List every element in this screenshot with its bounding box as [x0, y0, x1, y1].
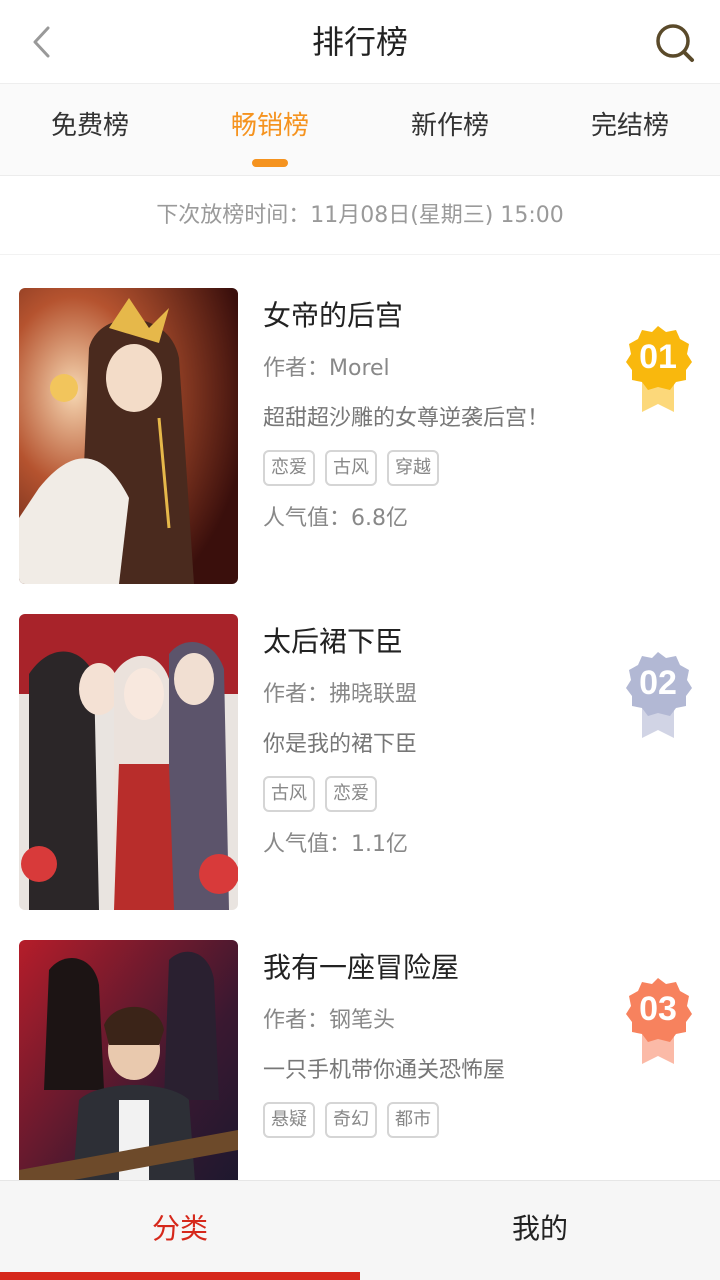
popularity: 人气值：1.1亿: [263, 832, 408, 857]
next-release-notice: 下次放榜时间：11月08日(星期三) 15:00: [0, 177, 720, 255]
tag[interactable]: 恋爱: [325, 776, 377, 812]
nav-mine[interactable]: 我的: [360, 1181, 720, 1280]
active-nav-indicator: [0, 1272, 360, 1280]
tag[interactable]: 古风: [263, 776, 315, 812]
tag[interactable]: 恋爱: [263, 450, 315, 486]
comic-author: 作者：钢笔头: [263, 1008, 396, 1033]
comic-cover[interactable]: [19, 288, 238, 584]
bottom-nav: 分类 我的: [0, 1180, 720, 1280]
comic-cover[interactable]: [19, 614, 238, 910]
list-item[interactable]: 女帝的后宫 作者：Morel 超甜超沙雕的女尊逆袭后宫！ 恋爱 古风 穿越 人气…: [0, 256, 720, 584]
tab-label: 免费榜: [50, 111, 129, 141]
top-bar: 排行榜: [0, 0, 720, 84]
popularity: 人气值：6.8亿: [263, 506, 408, 531]
tab-new[interactable]: 新作榜: [360, 84, 540, 175]
rank-number: 01: [639, 338, 677, 376]
tag[interactable]: 奇幻: [325, 1102, 377, 1138]
tab-label: 畅销榜: [230, 111, 309, 141]
rank-badge-icon: 03: [624, 976, 696, 1066]
tab-free[interactable]: 免费榜: [0, 84, 180, 175]
ranking-list: 女帝的后宫 作者：Morel 超甜超沙雕的女尊逆袭后宫！ 恋爱 古风 穿越 人气…: [0, 256, 720, 1180]
comic-info: 女帝的后宫 作者：Morel 超甜超沙雕的女尊逆袭后宫！ 恋爱 古风 穿越 人气…: [263, 288, 603, 534]
comic-cover[interactable]: [19, 940, 238, 1180]
tag-list: 悬疑 奇幻 都市: [263, 1102, 603, 1138]
list-item[interactable]: 太后裙下臣 作者：拂晓联盟 你是我的裙下臣 古风 恋爱 人气值：1.1亿 02: [0, 582, 720, 910]
rank-badge-icon: 01: [624, 324, 696, 414]
comic-title[interactable]: 太后裙下臣: [263, 624, 603, 660]
comic-description: 超甜超沙雕的女尊逆袭后宫！: [263, 406, 550, 431]
nav-category[interactable]: 分类: [0, 1181, 360, 1280]
comic-title[interactable]: 女帝的后宫: [263, 298, 603, 334]
comic-title[interactable]: 我有一座冒险屋: [263, 950, 603, 986]
search-icon: [656, 24, 694, 62]
comic-info: 我有一座冒险屋 作者：钢笔头 一只手机带你通关恐怖屋 悬疑 奇幻 都市: [263, 940, 603, 1138]
tab-label: 新作榜: [410, 111, 489, 141]
tag-list: 恋爱 古风 穿越: [263, 450, 603, 486]
search-button[interactable]: [654, 22, 696, 64]
tab-label: 完结榜: [590, 111, 669, 141]
tag[interactable]: 穿越: [387, 450, 439, 486]
list-item[interactable]: 我有一座冒险屋 作者：钢笔头 一只手机带你通关恐怖屋 悬疑 奇幻 都市 03: [0, 908, 720, 1180]
active-tab-indicator: [252, 159, 288, 167]
comic-info: 太后裙下臣 作者：拂晓联盟 你是我的裙下臣 古风 恋爱 人气值：1.1亿: [263, 614, 603, 860]
tag-list: 古风 恋爱: [263, 776, 603, 812]
nav-label: 分类: [151, 1212, 208, 1245]
comic-author: 作者：Morel: [263, 356, 390, 381]
rank-number: 03: [639, 990, 677, 1028]
tag[interactable]: 古风: [325, 450, 377, 486]
tab-completed[interactable]: 完结榜: [540, 84, 720, 175]
nav-label: 我的: [511, 1212, 568, 1245]
rank-badge-icon: 02: [624, 650, 696, 740]
ranking-tabs: 免费榜 畅销榜 新作榜 完结榜: [0, 84, 720, 176]
tag[interactable]: 悬疑: [263, 1102, 315, 1138]
page-title: 排行榜: [311, 23, 408, 61]
tag[interactable]: 都市: [387, 1102, 439, 1138]
tab-bestseller[interactable]: 畅销榜: [180, 84, 360, 175]
rank-number: 02: [639, 664, 677, 702]
comic-description: 你是我的裙下臣: [263, 732, 418, 757]
comic-description: 一只手机带你通关恐怖屋: [263, 1058, 506, 1083]
comic-author: 作者：拂晓联盟: [263, 682, 418, 707]
